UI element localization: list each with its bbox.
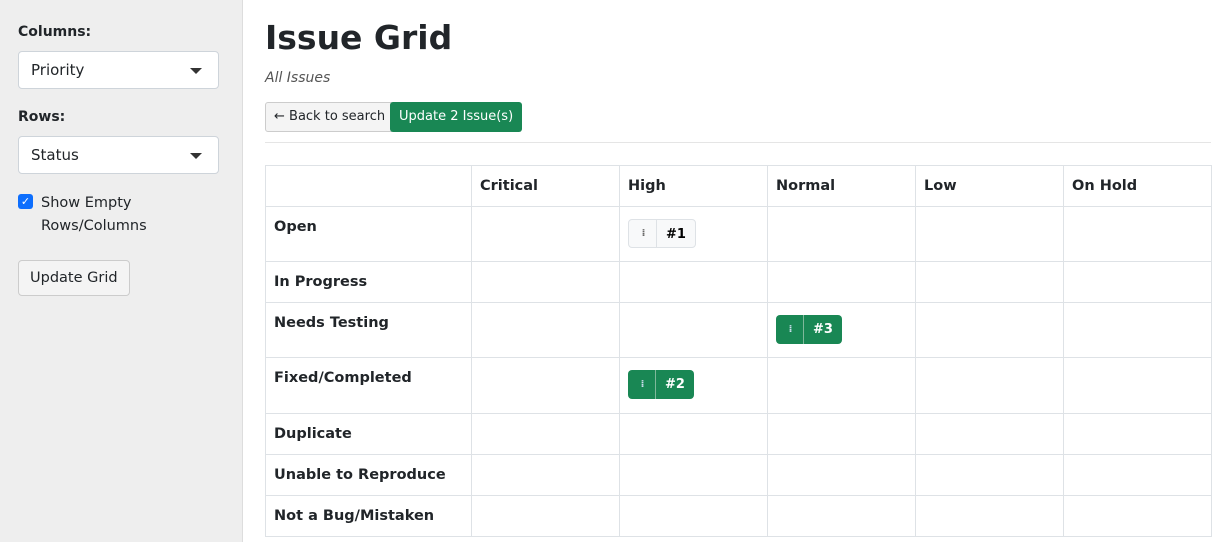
drag-handle-icon[interactable]: ⁞ [629, 220, 657, 247]
grid-cell [619, 261, 768, 303]
row-header: Open [265, 206, 472, 262]
grid-cell [619, 413, 768, 455]
caret-down-icon [190, 68, 202, 74]
grid-cell [1063, 495, 1212, 537]
grid-cell: ⁞ #3 [767, 302, 916, 358]
grid-cell [1063, 206, 1212, 262]
update-grid-button[interactable]: Update Grid [18, 260, 130, 296]
grid-cell [767, 357, 916, 414]
corner-header [265, 165, 472, 207]
grid-cell [915, 495, 1064, 537]
grid-cell: ⁞ #1 [619, 206, 768, 262]
drag-handle-icon[interactable]: ⁞ [628, 370, 656, 399]
column-header: Critical [471, 165, 620, 207]
grid-row: Not a Bug/Mistaken [265, 495, 1212, 537]
page-title: Issue Grid [265, 18, 453, 57]
update-issues-button[interactable]: Update 2 Issue(s) [390, 102, 523, 132]
grid-row: Unable to Reproduce [265, 454, 1212, 496]
grid-cell [767, 413, 916, 455]
back-to-search-button[interactable]: ← Back to search [265, 102, 395, 132]
grid-cell [471, 302, 620, 358]
grid-cell [1063, 454, 1212, 496]
grid-cell [915, 302, 1064, 358]
grid-cell [619, 495, 768, 537]
issue-card[interactable]: ⁞ #1 [628, 219, 696, 248]
columns-label: Columns: [18, 24, 92, 40]
sidebar: Columns: Priority Rows: Status ✓ Show Em… [0, 0, 243, 542]
grid-cell [471, 495, 620, 537]
page-subtitle: All Issues [265, 70, 331, 86]
grid-cell [915, 413, 1064, 455]
grid-cell [915, 357, 1064, 414]
issue-number[interactable]: #3 [804, 315, 842, 344]
row-header: Needs Testing [265, 302, 472, 358]
grid-cell [915, 454, 1064, 496]
grid-cell [471, 454, 620, 496]
grid-cell [915, 206, 1064, 262]
issue-card[interactable]: ⁞ #3 [776, 315, 842, 344]
grid-cell [1063, 261, 1212, 303]
issue-number[interactable]: #2 [656, 370, 694, 399]
grid-cell [619, 454, 768, 496]
grid-cell [1063, 357, 1212, 414]
grid-cell [471, 261, 620, 303]
grid-cell [471, 357, 620, 414]
drag-handle-icon[interactable]: ⁞ [776, 315, 804, 344]
grid-cell [767, 206, 916, 262]
issue-number[interactable]: #1 [657, 220, 695, 247]
grid-cell [767, 261, 916, 303]
grid-cell [471, 206, 620, 262]
rows-label: Rows: [18, 109, 66, 125]
grid-cell [1063, 302, 1212, 358]
issue-card[interactable]: ⁞ #2 [628, 370, 694, 399]
column-header: Low [915, 165, 1064, 207]
rows-select[interactable]: Status [18, 136, 219, 174]
show-empty-checkbox[interactable]: ✓ [18, 194, 33, 209]
grid-row: Duplicate [265, 413, 1212, 455]
column-header: On Hold [1063, 165, 1212, 207]
grid-row: Needs Testing ⁞ #3 [265, 302, 1212, 358]
grid-cell [767, 495, 916, 537]
row-header: Duplicate [265, 413, 472, 455]
grid-cell [767, 454, 916, 496]
grid-row: In Progress [265, 261, 1212, 303]
column-header: Normal [767, 165, 916, 207]
grid-cell [915, 261, 1064, 303]
grid-cell [619, 302, 768, 358]
row-header: Fixed/Completed [265, 357, 472, 414]
column-header: High [619, 165, 768, 207]
rows-value: Status [31, 146, 79, 164]
grid-row: Fixed/Completed ⁞ #2 [265, 357, 1212, 414]
caret-down-icon [190, 153, 202, 159]
columns-select[interactable]: Priority [18, 51, 219, 89]
divider [265, 142, 1211, 143]
row-header: Not a Bug/Mistaken [265, 495, 472, 537]
grid-cell [471, 413, 620, 455]
row-header: In Progress [265, 261, 472, 303]
show-empty-label[interactable]: Show Empty Rows/Columns [41, 192, 181, 238]
row-header: Unable to Reproduce [265, 454, 472, 496]
grid-cell: ⁞ #2 [619, 357, 768, 414]
columns-value: Priority [31, 61, 85, 79]
issue-grid: Critical High Normal Low On Hold Open ⁞ #1 In Pr… [265, 165, 1212, 537]
grid-cell [1063, 413, 1212, 455]
grid-row: Open ⁞ #1 [265, 206, 1212, 262]
